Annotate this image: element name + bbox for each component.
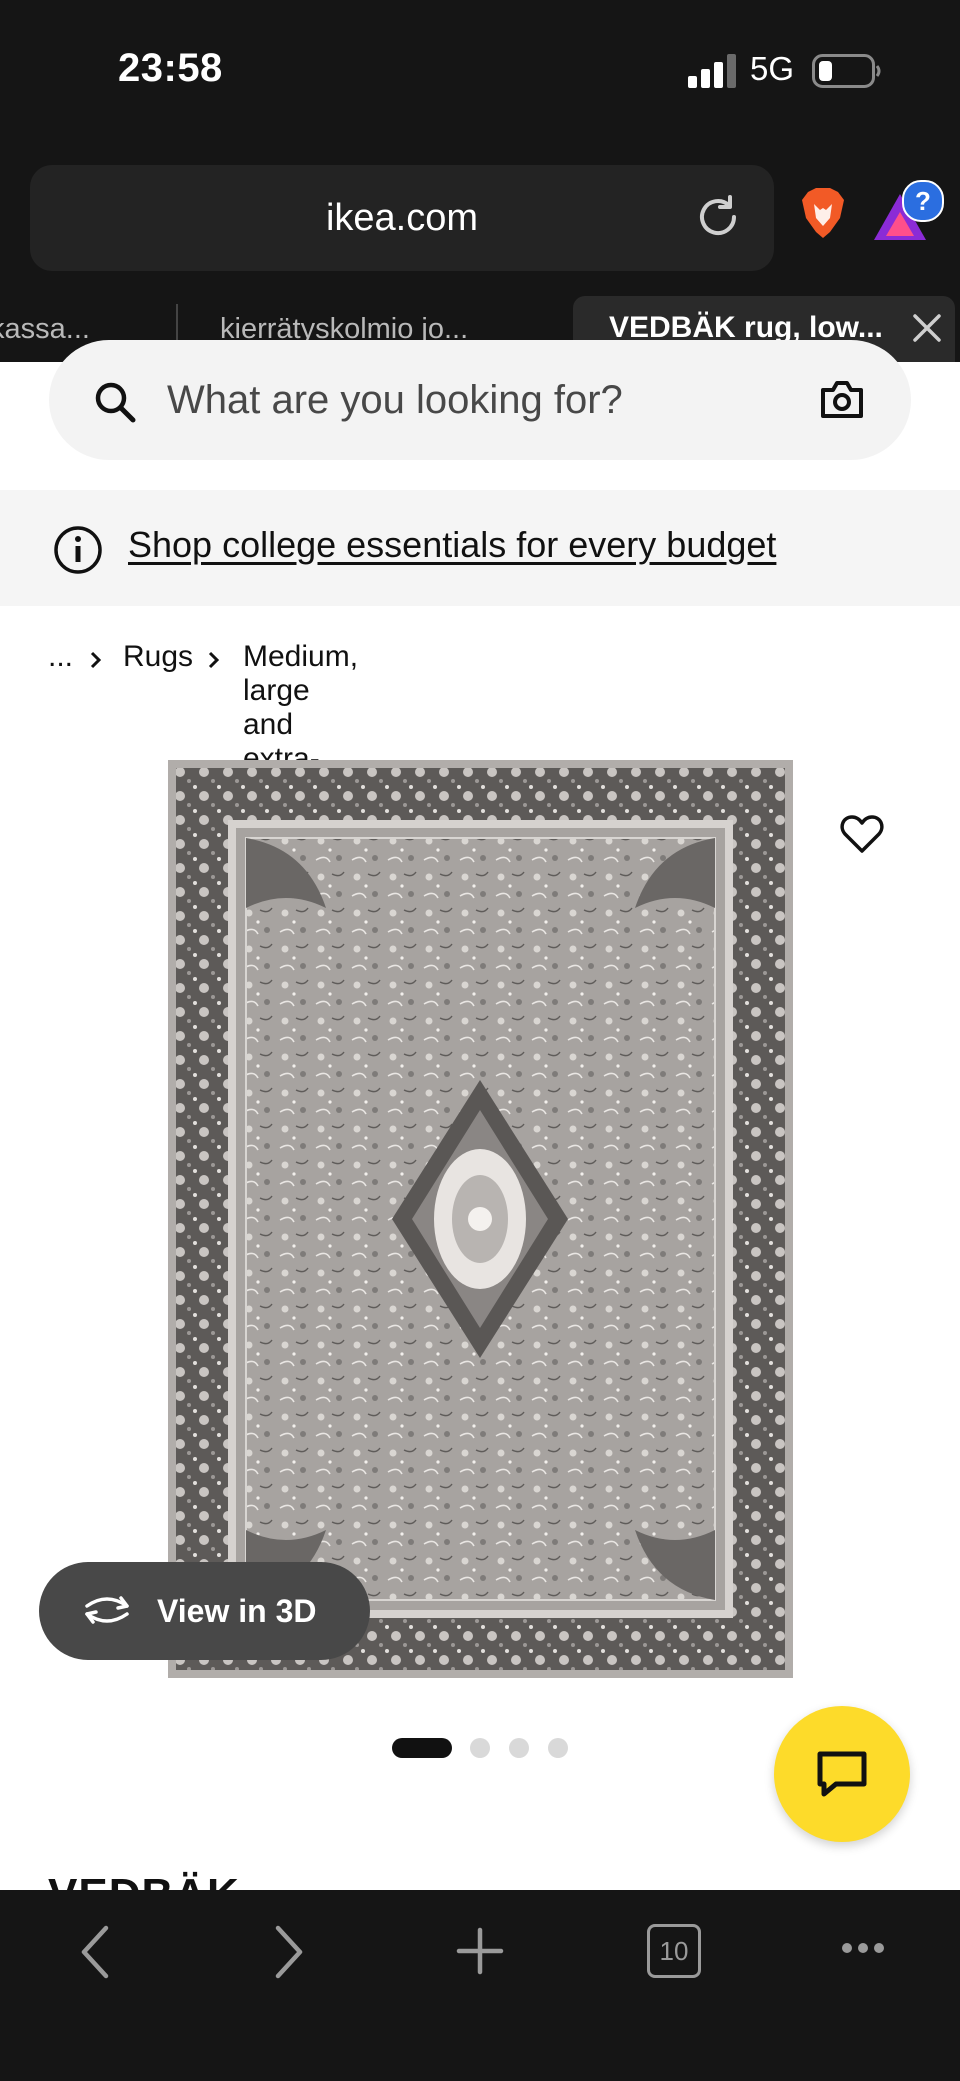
- search-placeholder[interactable]: What are you looking for?: [167, 378, 623, 423]
- forward-icon[interactable]: [268, 1922, 308, 1982]
- breadcrumb-ellipsis[interactable]: ...: [48, 640, 73, 674]
- tab-count: 10: [659, 1936, 689, 1966]
- tab-label: kassa...: [0, 312, 90, 345]
- info-icon: [54, 526, 102, 574]
- back-icon[interactable]: [76, 1922, 116, 1982]
- status-time: 23:58: [118, 46, 223, 90]
- breadcrumb-rugs[interactable]: Rugs: [123, 640, 193, 674]
- browser-toolbar: 10: [0, 1890, 960, 2081]
- close-icon[interactable]: [909, 310, 945, 346]
- carousel-dot-active[interactable]: [392, 1738, 452, 1758]
- search-icon: [95, 382, 136, 423]
- extension-badge: ?: [902, 180, 944, 222]
- reload-icon[interactable]: [694, 193, 742, 241]
- camera-icon[interactable]: [819, 380, 865, 420]
- chat-icon: [817, 1751, 867, 1797]
- tabs-icon[interactable]: 10: [647, 1924, 701, 1978]
- network-type: 5G: [750, 50, 795, 87]
- view-in-3d-label: View in 3D: [157, 1593, 317, 1629]
- heart-icon[interactable]: [840, 814, 884, 854]
- battery-icon: [812, 54, 881, 88]
- chevron-right-icon: [90, 651, 102, 669]
- view-in-3d-button[interactable]: View in 3D: [39, 1562, 370, 1660]
- extension-badge-text: ?: [915, 186, 931, 216]
- chat-button[interactable]: [774, 1706, 910, 1842]
- address-bar[interactable]: ikea.com: [30, 165, 774, 271]
- more-icon[interactable]: [840, 1938, 886, 1958]
- signal-icon: [688, 54, 736, 88]
- carousel-dot[interactable]: [548, 1738, 568, 1758]
- promo-link[interactable]: Shop college essentials for every budget: [128, 524, 776, 566]
- search-bar[interactable]: What are you looking for?: [49, 340, 911, 460]
- rotate-3d-icon: [85, 1596, 129, 1624]
- product-image[interactable]: [168, 760, 793, 1678]
- promo-banner: Shop college essentials for every budget: [0, 490, 960, 606]
- chevron-right-icon: [208, 651, 220, 669]
- url-text[interactable]: ikea.com: [30, 197, 774, 240]
- carousel-dot[interactable]: [509, 1738, 529, 1758]
- new-tab-icon[interactable]: [455, 1926, 505, 1976]
- carousel-dot[interactable]: [470, 1738, 490, 1758]
- status-bar: 23:58 5G: [0, 0, 960, 140]
- brave-lion-icon[interactable]: [800, 188, 846, 240]
- extension-button[interactable]: ?: [872, 180, 944, 244]
